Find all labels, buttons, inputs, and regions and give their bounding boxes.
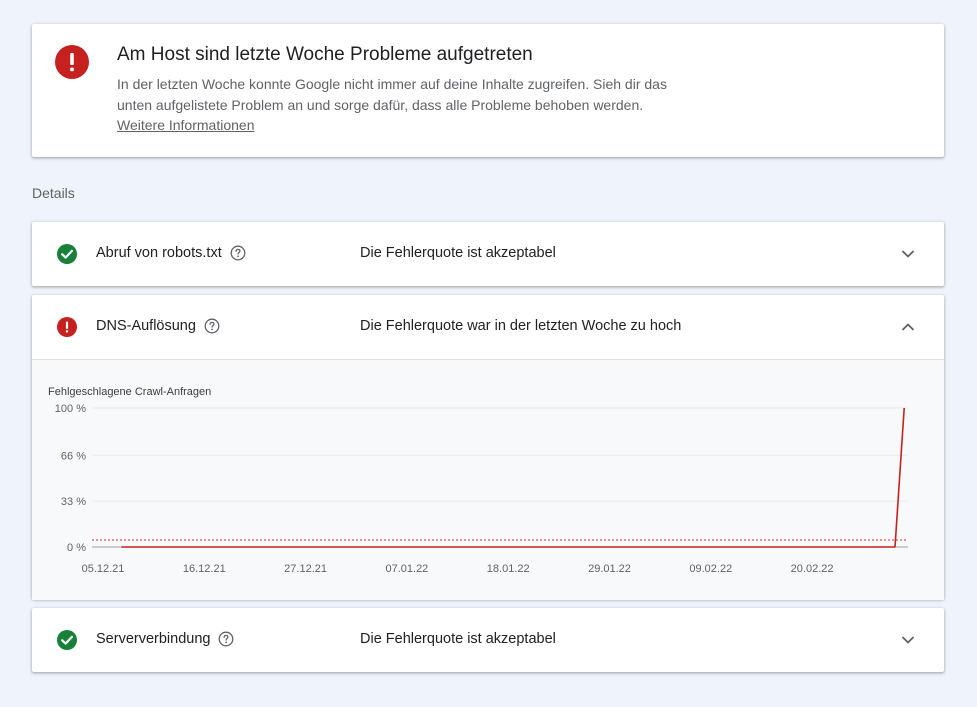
x-tick-label: 20.02.22 — [791, 563, 834, 575]
dns-label-text: DNS-Auflösung — [96, 318, 196, 334]
chevron-up-icon[interactable] — [898, 317, 918, 337]
y-tick-label: 0 % — [67, 542, 86, 554]
x-tick-label: 16.12.21 — [183, 563, 226, 575]
chevron-down-icon[interactable] — [898, 244, 918, 264]
check-circle-icon — [57, 630, 77, 650]
alert-description: In der letzten Woche konnte Google nicht… — [117, 74, 687, 136]
help-icon[interactable] — [230, 245, 246, 261]
robots-txt-row[interactable]: Abruf von robots.txt Die Fehlerquote ist… — [32, 222, 944, 286]
help-icon[interactable] — [204, 318, 220, 334]
chart-title: Fehlgeschlagene Crawl-Anfragen — [48, 386, 211, 398]
dns-row[interactable]: DNS-Auflösung Die Fehlerquote war in der… — [32, 295, 944, 359]
server-connection-row[interactable]: Serververbindung Die Fehlerquote ist akz… — [32, 608, 944, 672]
dns-chart-panel: Fehlgeschlagene Crawl-Anfragen 100 % 66 %… — [32, 359, 944, 600]
server-connection-label-text: Serververbindung — [96, 631, 211, 647]
robots-txt-label-text: Abruf von robots.txt — [96, 245, 222, 261]
robots-txt-card: Abruf von robots.txt Die Fehlerquote ist… — [32, 222, 944, 286]
x-tick-label: 07.01.22 — [385, 563, 428, 575]
dns-card: DNS-Auflösung Die Fehlerquote war in der… — [32, 295, 944, 600]
x-tick-label: 05.12.21 — [82, 563, 125, 575]
dns-label: DNS-Auflösung — [96, 318, 220, 334]
alert-card: Am Host sind letzte Woche Probleme aufge… — [32, 24, 944, 157]
y-tick-label: 100 % — [55, 403, 86, 415]
details-heading: Details — [32, 185, 75, 201]
alert-description-text: In der letzten Woche konnte Google nicht… — [117, 76, 667, 113]
error-icon — [57, 317, 77, 337]
x-tick-label: 09.02.22 — [689, 563, 732, 575]
help-icon[interactable] — [218, 631, 234, 647]
x-tick-label: 27.12.21 — [284, 563, 327, 575]
dns-status: Die Fehlerquote war in der letzten Woche… — [360, 318, 682, 334]
robots-txt-label: Abruf von robots.txt — [96, 245, 246, 261]
alert-title: Am Host sind letzte Woche Probleme aufge… — [117, 44, 533, 65]
error-icon — [55, 45, 89, 79]
dns-error-chart: Fehlgeschlagene Crawl-Anfragen 100 % 66 %… — [48, 386, 908, 575]
x-tick-label: 29.01.22 — [588, 563, 631, 575]
y-tick-label: 33 % — [61, 496, 86, 508]
chevron-down-icon[interactable] — [898, 630, 918, 650]
learn-more-link[interactable]: Weitere Informationen — [117, 117, 254, 133]
y-tick-label: 66 % — [61, 450, 86, 462]
server-connection-status: Die Fehlerquote ist akzeptabel — [360, 631, 556, 647]
x-tick-label: 18.01.22 — [487, 563, 530, 575]
robots-txt-status: Die Fehlerquote ist akzeptabel — [360, 245, 556, 261]
server-connection-label: Serververbindung — [96, 631, 234, 647]
check-circle-icon — [57, 244, 77, 264]
server-connection-card: Serververbindung Die Fehlerquote ist akz… — [32, 608, 944, 672]
series-line — [121, 407, 905, 548]
